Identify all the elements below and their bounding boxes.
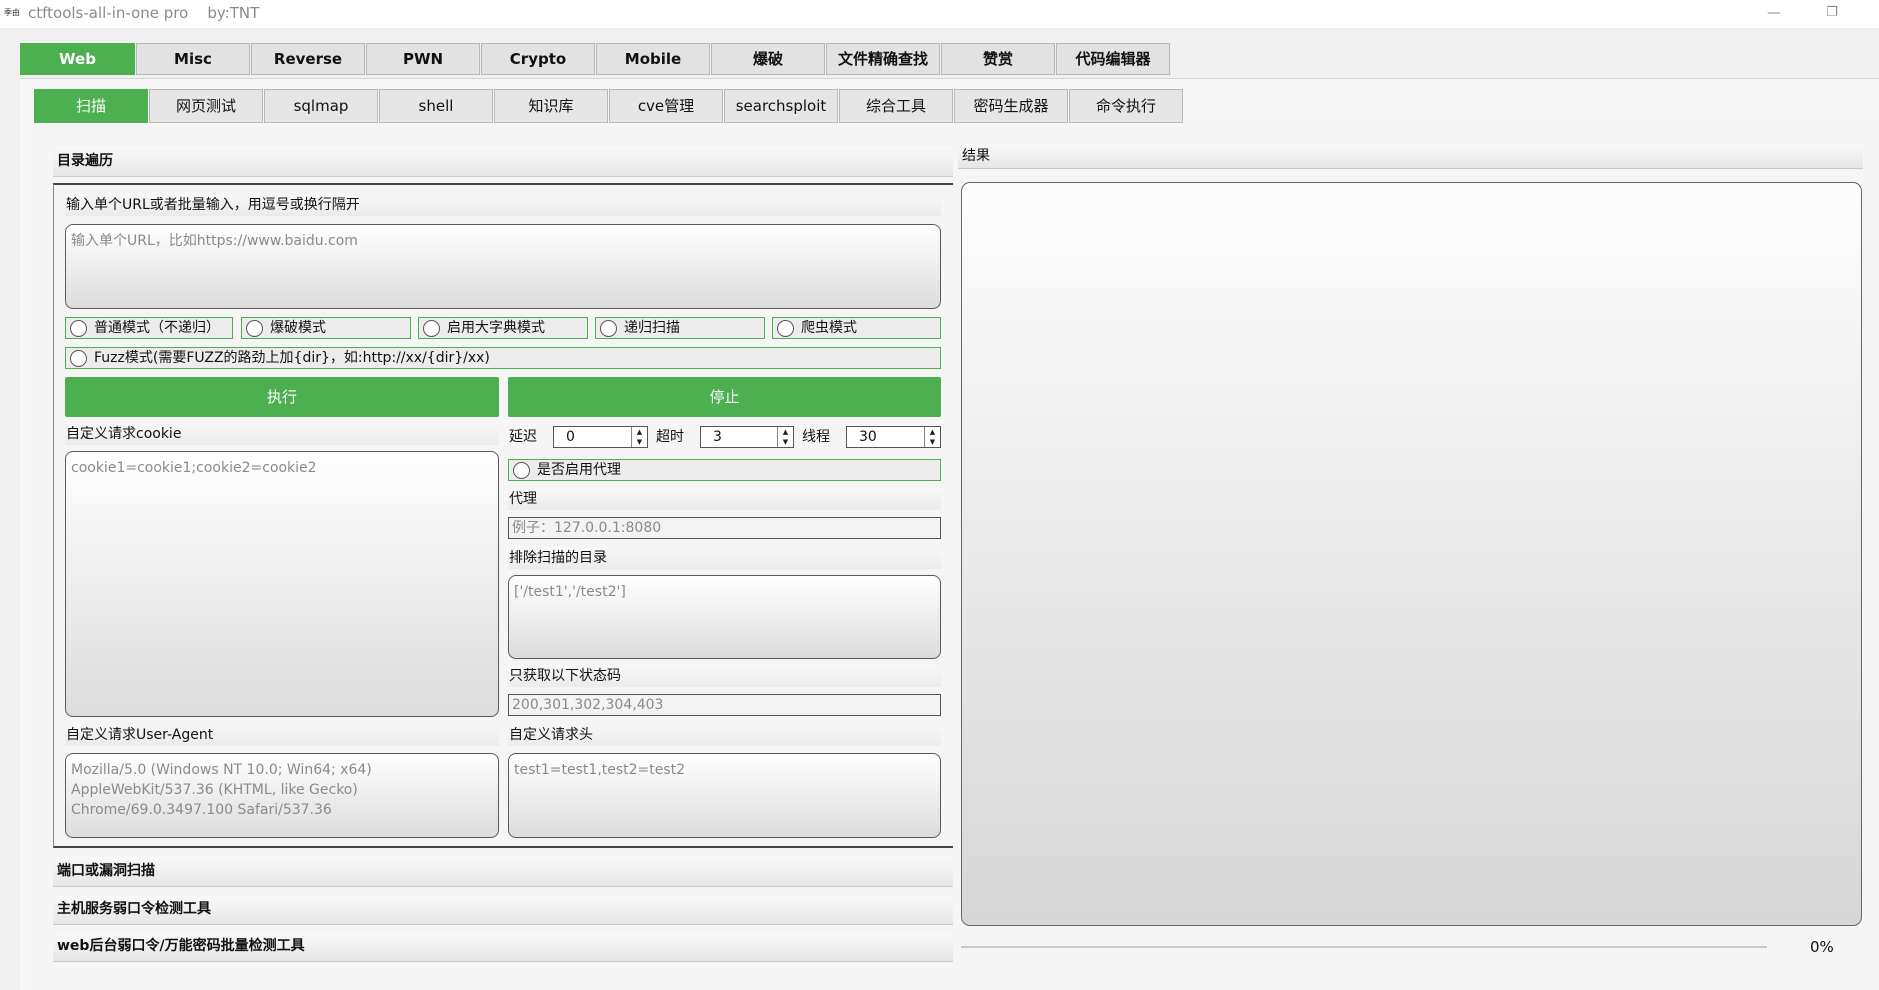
tab-misc[interactable]: Misc [136, 43, 250, 75]
mode-crawler-checkbox[interactable]: 爬虫模式 [772, 317, 941, 339]
mode-recursive-label: 递归扫描 [624, 320, 680, 336]
delay-label: 延迟 [509, 429, 537, 445]
spin-arrows-icon[interactable]: ▲ ▼ [777, 427, 793, 447]
minimize-icon[interactable]: — [1762, 2, 1786, 24]
result-output[interactable] [961, 182, 1862, 926]
mode-brute-checkbox[interactable]: 爆破模式 [241, 317, 411, 339]
mode-bigdict-label: 启用大字典模式 [447, 320, 545, 336]
tab-donate[interactable]: 赞赏 [941, 43, 1055, 75]
window-title: ctftools-all-in-one pro by:TNT [28, 4, 260, 22]
exclude-input[interactable]: ['/test1','/test2'] [508, 575, 941, 659]
exclude-label: 排除扫描的目录 [508, 547, 941, 569]
proxy-enable-checkbox[interactable]: 是否启用代理 [508, 459, 941, 481]
tab-file-search[interactable]: 文件精确查找 [826, 43, 940, 75]
subtab-shell[interactable]: shell [379, 89, 493, 123]
radio-icon [246, 320, 263, 337]
subtab-sqlmap[interactable]: sqlmap [264, 89, 378, 123]
radio-icon [423, 320, 440, 337]
radio-icon [513, 462, 530, 479]
subtab-knowledge[interactable]: 知识库 [494, 89, 608, 123]
mode-crawler-label: 爬虫模式 [801, 320, 857, 336]
title-bar [0, 0, 1879, 28]
section-port-scan[interactable]: 端口或漏洞扫描 [53, 857, 953, 887]
tab-web[interactable]: Web [20, 43, 135, 75]
section-web-weak-password[interactable]: web后台弱口令/万能密码批量检测工具 [53, 932, 953, 962]
url-input[interactable]: 输入单个URL，比如https://www.baidu.com [65, 224, 941, 309]
status-codes-input[interactable]: 200,301,302,304,403 [508, 694, 941, 716]
mode-brute-label: 爆破模式 [270, 320, 326, 336]
radio-icon [70, 350, 87, 367]
run-button[interactable]: 执行 [65, 377, 499, 417]
tab-crypto[interactable]: Crypto [481, 43, 595, 75]
timeout-value: 3 [713, 429, 722, 445]
tab-bruteforce[interactable]: 爆破 [711, 43, 825, 75]
proxy-label: 代理 [508, 488, 941, 510]
restore-icon[interactable]: ❐ [1820, 2, 1844, 24]
threads-label: 线程 [802, 429, 830, 445]
result-label: 结果 [958, 143, 1863, 169]
subtab-tools[interactable]: 综合工具 [839, 89, 953, 123]
threads-spinbox[interactable]: 30 ▲ ▼ [846, 426, 941, 448]
ua-input[interactable]: Mozilla/5.0 (Windows NT 10.0; Win64; x64… [65, 753, 499, 838]
mode-normal-label: 普通模式（不递归） [94, 320, 220, 336]
section-host-weak-password[interactable]: 主机服务弱口令检测工具 [53, 895, 953, 925]
threads-value: 30 [859, 429, 877, 445]
cookie-label: 自定义请求cookie [65, 423, 499, 445]
radio-icon [70, 320, 87, 337]
status-codes-label: 只获取以下状态码 [508, 665, 941, 687]
mode-normal-checkbox[interactable]: 普通模式（不递归） [65, 317, 233, 339]
progress-bar [961, 946, 1767, 948]
cookie-input[interactable]: cookie1=cookie1;cookie2=cookie2 [65, 451, 499, 717]
url-label: 输入单个URL或者批量输入，用逗号或换行隔开 [65, 194, 941, 216]
timeout-spinbox[interactable]: 3 ▲ ▼ [700, 426, 794, 448]
tab-pwn[interactable]: PWN [366, 43, 480, 75]
spin-arrows-icon[interactable]: ▲ ▼ [631, 427, 647, 447]
mode-recursive-checkbox[interactable]: 递归扫描 [595, 317, 765, 339]
radio-icon [777, 320, 794, 337]
tab-reverse[interactable]: Reverse [251, 43, 365, 75]
section-dir-traversal[interactable]: 目录遍历 [53, 147, 953, 177]
fuzz-mode-checkbox[interactable]: Fuzz模式(需要FUZZ的路劲上加{dir}，如:http://xx/{dir… [65, 347, 941, 369]
delay-spinbox[interactable]: 0 ▲ ▼ [553, 426, 648, 448]
progress-text: 0% [1810, 938, 1834, 956]
stop-button[interactable]: 停止 [508, 377, 941, 417]
subtab-scan[interactable]: 扫描 [34, 89, 148, 123]
delay-value: 0 [566, 429, 575, 445]
tab-code-editor[interactable]: 代码编辑器 [1056, 43, 1170, 75]
fuzz-mode-label: Fuzz模式(需要FUZZ的路劲上加{dir}，如:http://xx/{dir… [94, 350, 490, 366]
mode-bigdict-checkbox[interactable]: 启用大字典模式 [418, 317, 588, 339]
subtab-searchsploit[interactable]: searchsploit [724, 89, 838, 123]
subtab-cmd-exec[interactable]: 命令执行 [1069, 89, 1183, 123]
subtab-cve[interactable]: cve管理 [609, 89, 723, 123]
proxy-enable-label: 是否启用代理 [537, 462, 621, 478]
headers-input[interactable]: test1=test1,test2=test2 [508, 753, 941, 838]
headers-label: 自定义请求头 [508, 724, 941, 746]
timeout-label: 超时 [656, 429, 684, 445]
subtab-password-gen[interactable]: 密码生成器 [954, 89, 1068, 123]
spin-arrows-icon[interactable]: ▲ ▼ [924, 427, 940, 447]
proxy-input[interactable]: 例子：127.0.0.1:8080 [508, 517, 941, 539]
ua-label: 自定义请求User-Agent [65, 724, 499, 746]
app-icon: 季由 [4, 8, 20, 17]
radio-icon [600, 320, 617, 337]
subtab-web-test[interactable]: 网页测试 [149, 89, 263, 123]
tab-mobile[interactable]: Mobile [596, 43, 710, 75]
